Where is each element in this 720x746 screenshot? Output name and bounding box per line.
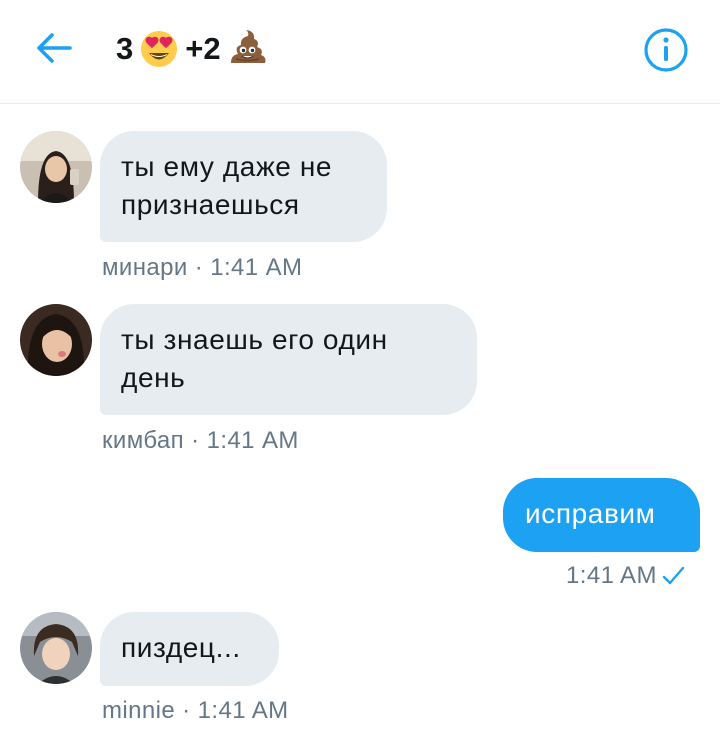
pile-of-poo-emoji-icon	[230, 30, 266, 63]
message-time: 1:41 AM	[210, 254, 303, 281]
meta-separator: ·	[175, 697, 198, 724]
message-time: 1:41 AM	[197, 697, 289, 724]
message-time: 1:41 AM	[206, 427, 299, 454]
message-meta: minnie · 1:41 AM	[102, 697, 289, 725]
avatar-minnie[interactable]	[20, 612, 92, 684]
dm-conversation-screen: 3 +2 ты ему даже не признаешься минари ·…	[0, 0, 720, 746]
avatar-image	[20, 131, 92, 203]
message-meta: кимбап · 1:41 AM	[102, 427, 299, 455]
sender-name[interactable]: кимбап	[102, 427, 184, 454]
message-text: пиздец...	[121, 632, 241, 663]
meta-separator: ·	[184, 427, 207, 454]
conversation-info-button[interactable]	[642, 26, 690, 74]
message-bubble[interactable]: пиздец...	[100, 612, 279, 686]
arrow-left-icon	[37, 33, 72, 63]
title-count-2: +2	[185, 31, 221, 66]
heart-eyes-emoji-icon	[141, 31, 178, 67]
message-bubble-outgoing[interactable]: исправим	[503, 478, 700, 552]
sender-name[interactable]: минари	[102, 254, 188, 281]
conversation-header: 3 +2	[0, 0, 720, 104]
message-meta: минари · 1:41 AM	[102, 254, 302, 282]
message-text: ты ему даже не признаешься	[121, 151, 333, 220]
message-text: ты знаешь его один день	[121, 324, 388, 393]
meta-separator: ·	[187, 254, 211, 281]
conversation-title[interactable]: 3 +2	[116, 28, 267, 70]
info-circle-icon	[644, 28, 688, 72]
sender-name[interactable]: minnie	[102, 697, 175, 724]
back-button[interactable]	[34, 30, 74, 66]
avatar-image	[20, 304, 92, 376]
avatar-image	[20, 612, 92, 684]
avatar-kimbap[interactable]	[20, 304, 92, 376]
avatar-minari[interactable]	[20, 131, 92, 203]
check-icon	[662, 566, 685, 585]
message-text: исправим	[525, 498, 656, 529]
message-bubble[interactable]: ты ему даже не признаешься	[100, 131, 387, 242]
message-meta: 1:41 AM	[566, 562, 685, 590]
title-count-1: 3	[116, 31, 134, 66]
message-time: 1:41 AM	[566, 562, 657, 589]
message-bubble[interactable]: ты знаешь его один день	[100, 304, 477, 415]
